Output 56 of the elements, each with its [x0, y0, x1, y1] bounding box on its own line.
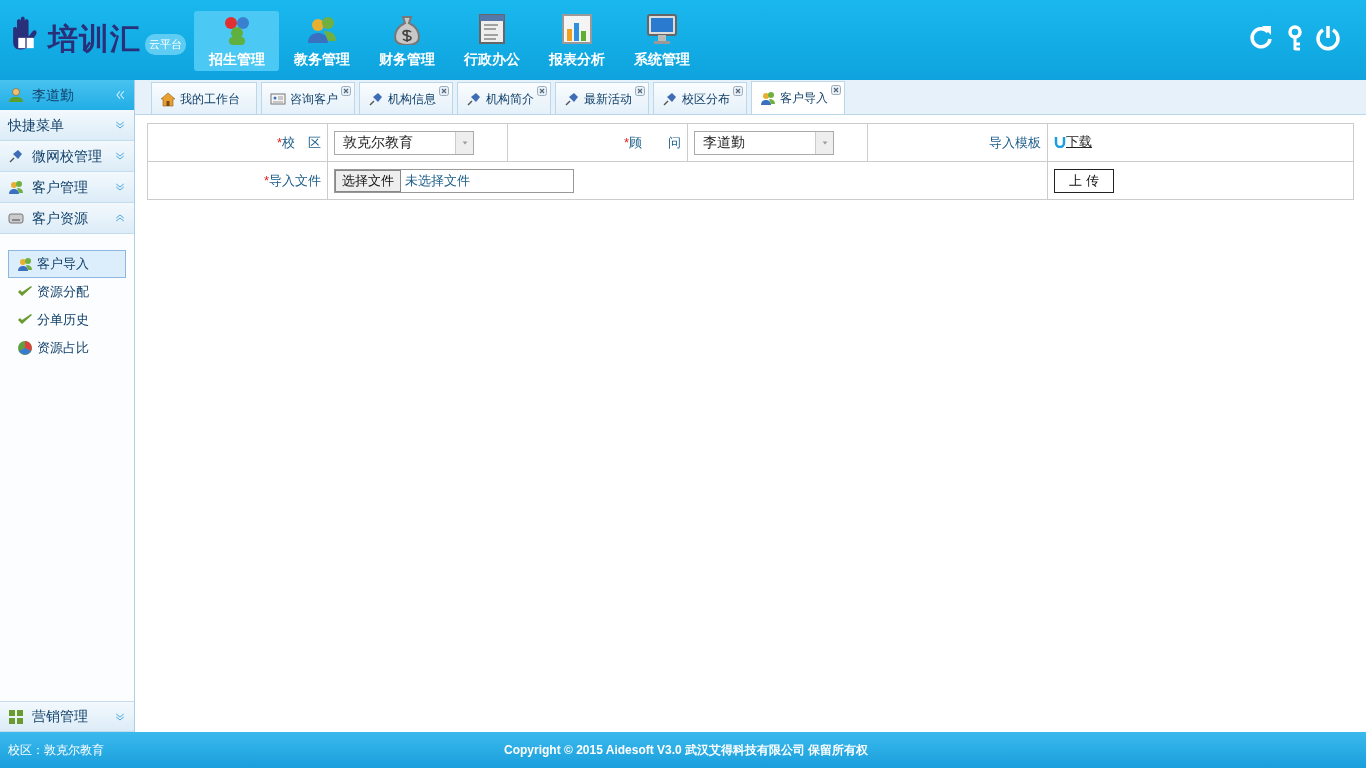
footer-campus: 校区：敦克尔教育 — [8, 742, 104, 759]
tab[interactable]: 机构简介 — [457, 82, 551, 114]
grid-icon — [8, 708, 24, 725]
pushpin-icon — [368, 90, 384, 107]
pushpin-icon — [466, 90, 482, 107]
pie-chart-icon — [17, 340, 33, 356]
sidebar-section[interactable]: 客户资源 — [0, 203, 134, 234]
field-label: 导入模板 — [989, 134, 1041, 150]
field-label: *校 区 — [276, 134, 321, 150]
sidebar-section[interactable]: 微网校管理 — [0, 141, 134, 172]
close-icon[interactable] — [439, 86, 449, 96]
download-link[interactable]: 下载 — [1054, 131, 1092, 152]
magnet-icon — [1054, 135, 1066, 148]
sidebar-item[interactable]: 资源分配 — [8, 278, 126, 306]
house-icon — [160, 90, 176, 107]
copyright-text: Copyright © 2015 Aidesoft V3.0 武汉艾得科技有限公司 保留所有权 — [504, 742, 869, 759]
people-icon — [8, 179, 24, 195]
pushpin-icon — [662, 90, 678, 107]
drive-icon — [8, 210, 24, 226]
id-card-icon — [270, 90, 286, 107]
tab[interactable]: 校区分布 — [653, 82, 747, 114]
close-icon[interactable] — [831, 85, 841, 95]
sidebar-item[interactable]: 分单历史 — [8, 306, 126, 334]
tab[interactable]: 机构信息 — [359, 82, 453, 114]
sidebar-item[interactable]: 资源占比 — [8, 334, 126, 362]
dropdown-caret-icon — [820, 138, 829, 147]
people-icon — [17, 256, 33, 272]
advisor-select[interactable]: 李道勤 — [694, 130, 834, 155]
tab[interactable]: 咨询客户 — [261, 82, 355, 114]
logo-title: 培训汇 — [48, 21, 141, 57]
close-icon[interactable] — [733, 86, 743, 96]
close-icon[interactable] — [341, 86, 351, 96]
user-name: 李道勤 — [32, 85, 74, 105]
bar-chart-icon — [560, 12, 593, 45]
tab[interactable]: 我的工作台 — [151, 82, 257, 114]
file-input[interactable]: 选择文件 未选择文件 — [334, 168, 574, 193]
tab[interactable]: 客户导入 — [751, 81, 845, 114]
close-icon[interactable] — [537, 86, 547, 96]
tab[interactable]: 最新活动 — [555, 82, 649, 114]
pushpin-icon — [8, 148, 24, 164]
user-icon — [8, 87, 24, 103]
campus-select[interactable]: 敦克尔教育 — [334, 130, 474, 155]
upload-button[interactable]: 上 传 — [1054, 168, 1114, 193]
sidebar-section[interactable]: 营销管理 — [0, 701, 134, 732]
people-icon — [760, 90, 776, 106]
sidebar-section[interactable]: 客户管理 — [0, 172, 134, 203]
logo-badge: 云平台 — [145, 34, 186, 55]
sidebar-item[interactable]: 客户导入 — [8, 250, 126, 278]
power-icon — [1314, 24, 1342, 52]
field-label: *导入文件 — [263, 172, 321, 188]
close-icon[interactable] — [635, 86, 645, 96]
sidebar-section[interactable]: 快捷菜单 — [0, 110, 134, 141]
monitor-icon — [645, 12, 678, 45]
pushpin-icon — [564, 90, 580, 107]
dropdown-caret-icon — [460, 138, 469, 147]
field-label: *顾 问 — [623, 134, 681, 150]
